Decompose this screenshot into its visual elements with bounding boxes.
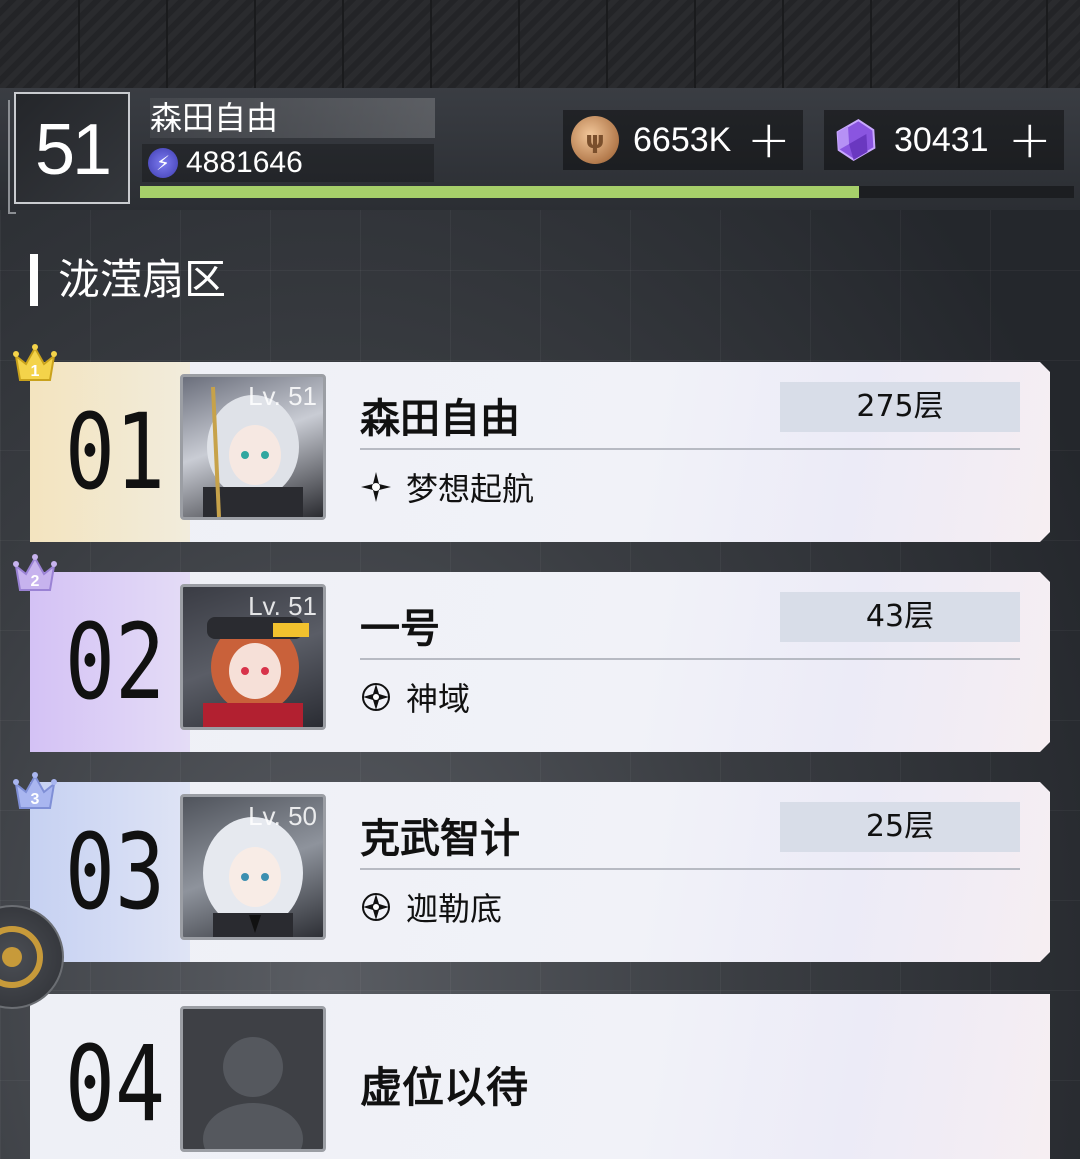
divider xyxy=(360,658,1020,660)
compass-icon xyxy=(0,926,43,988)
vacant-label: 虚位以待 xyxy=(360,1063,529,1112)
gold-crown-icon: 1 xyxy=(12,342,58,384)
add-crystal-button[interactable]: + xyxy=(1008,114,1052,166)
section-title: 泷滢扇区 xyxy=(30,254,226,306)
player-avatar[interactable]: Lv. 51 xyxy=(180,374,326,520)
coin-icon: ψ xyxy=(571,116,619,164)
player-level-box: 51 xyxy=(8,92,130,214)
coin-resource: ψ 6653K + xyxy=(563,110,803,170)
power-value: 4881646 xyxy=(186,146,303,179)
player-name: 克武智计 xyxy=(360,816,520,862)
crystal-value: 30431 xyxy=(894,120,989,159)
guild: 梦想起航 xyxy=(360,464,534,510)
guild-emblem-icon xyxy=(360,681,392,713)
avatar-level: Lv. 51 xyxy=(248,381,317,411)
silhouette-icon xyxy=(203,1037,303,1149)
side-menu-button[interactable] xyxy=(0,905,64,1009)
guild-emblem-icon xyxy=(360,471,392,503)
avatar-level: Lv. 51 xyxy=(248,591,317,621)
rank-card-4[interactable]: 04 虚位以待 xyxy=(30,994,1050,1159)
floor-badge: 25层 xyxy=(780,802,1020,852)
player-level: 51 xyxy=(34,110,112,190)
top-bar xyxy=(0,0,1080,88)
exp-bar-fill xyxy=(140,186,860,198)
rank-number: 03 xyxy=(64,811,166,933)
rank-card-3[interactable]: 03 Lv. 50 克武智计 25层 迦勒底 xyxy=(30,782,1050,962)
player-name: 森田自由 xyxy=(360,396,520,442)
guild-name: 神域 xyxy=(406,680,471,718)
floor-badge: 43层 xyxy=(780,592,1020,642)
silver-crown-icon: 2 xyxy=(12,552,58,594)
rank-number: 02 xyxy=(64,601,166,723)
player-name: 森田自由 xyxy=(150,98,435,138)
avatar-level: Lv. 50 xyxy=(248,801,317,831)
svg-text:3: 3 xyxy=(31,791,40,808)
guild-name: 梦想起航 xyxy=(406,470,535,508)
floor-badge: 275层 xyxy=(780,382,1020,432)
coin-value: 6653K xyxy=(633,120,732,159)
svg-text:1: 1 xyxy=(31,363,40,380)
guild: 神域 xyxy=(360,674,470,720)
rank-card-1[interactable]: 01 Lv. 51 森田自由 275层 梦想起航 xyxy=(30,362,1050,542)
divider xyxy=(360,868,1020,870)
add-coin-button[interactable]: + xyxy=(747,114,791,166)
guild-emblem-icon xyxy=(360,891,392,923)
bronze-crown-icon: 3 xyxy=(12,770,58,812)
rank-number: 01 xyxy=(64,391,166,513)
crystal-icon xyxy=(836,118,876,162)
vacant-avatar xyxy=(180,1006,326,1152)
divider xyxy=(360,448,1020,450)
player-name: 一号 xyxy=(360,606,440,652)
rank-number: 04 xyxy=(64,1023,166,1145)
lightning-icon: ⚡ xyxy=(148,148,178,178)
svg-text:2: 2 xyxy=(31,573,40,590)
crystal-resource: 30431 + xyxy=(824,110,1064,170)
rank-card-2[interactable]: 02 Lv. 51 一号 43层 神域 xyxy=(30,572,1050,752)
player-avatar[interactable]: Lv. 51 xyxy=(180,584,326,730)
exp-bar xyxy=(140,186,1074,198)
player-power: ⚡ 4881646 xyxy=(142,144,434,182)
guild-name: 迦勒底 xyxy=(406,890,503,928)
player-avatar[interactable]: Lv. 50 xyxy=(180,794,326,940)
guild: 迦勒底 xyxy=(360,884,502,930)
